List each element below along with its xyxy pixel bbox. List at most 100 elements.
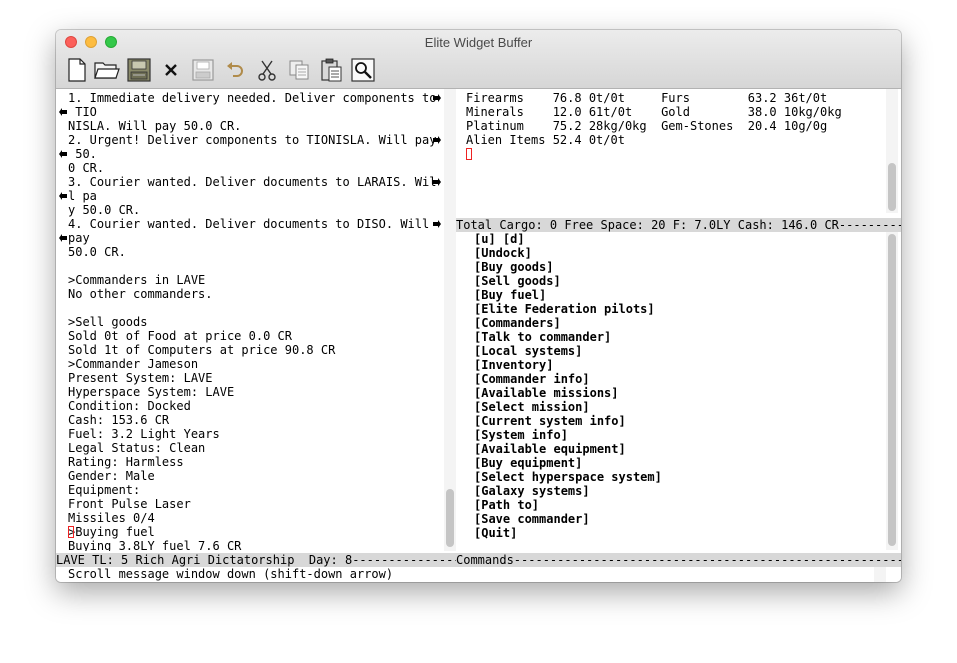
command-buy-goods[interactable]: [Buy goods]	[474, 260, 553, 274]
message-line: 4. Courier wanted. Deliver documents to …	[68, 217, 430, 231]
command-undock[interactable]: [Undock]	[474, 246, 532, 260]
copy-icon	[289, 60, 309, 80]
message-line: l pa	[68, 189, 97, 203]
command-buy-equipment[interactable]: [Buy equipment]	[474, 456, 582, 470]
message-line: Fuel: 3.2 Light Years	[68, 427, 220, 441]
message-line: 1. Immediate delivery needed. Deliver co…	[68, 91, 437, 105]
message-line: 2. Urgent! Deliver components to TIONISL…	[68, 133, 437, 147]
command-item[interactable]: [u] [d]	[474, 232, 525, 246]
wrap-left-arrow-icon	[59, 108, 67, 116]
command-available-equipment[interactable]: [Available equipment]	[474, 442, 626, 456]
command-galaxy-systems[interactable]: [Galaxy systems]	[474, 484, 590, 498]
message-line: Sold 0t of Food at price 0.0 CR	[68, 329, 292, 343]
open-folder-icon	[94, 62, 120, 79]
message-line: y 50.0 CR.	[68, 203, 141, 217]
buffer-area: 1. Immediate delivery needed. Deliver co…	[56, 89, 901, 582]
message-line: Rating: Harmless	[68, 455, 184, 469]
echo-area: Scroll message window down (shift-down a…	[68, 567, 394, 581]
command-sell-goods[interactable]: [Sell goods]	[474, 274, 561, 288]
save-as-button[interactable]	[190, 57, 216, 83]
cargo-row: Platinum 75.2 28kg/0kg Gem-Stones 20.4 1…	[466, 119, 828, 133]
cargo-cursor	[466, 148, 472, 160]
message-line: Legal Status: Clean	[68, 441, 206, 455]
message-line: Sold 1t of Computers at price 90.8 CR	[68, 343, 336, 357]
open-file-button[interactable]	[94, 57, 120, 83]
command-commander-info[interactable]: [Commander info]	[474, 372, 590, 386]
new-file-button[interactable]	[64, 57, 90, 83]
command-save-commander[interactable]: [Save commander]	[474, 512, 590, 526]
commands-pane: [u] [d] [Undock] [Buy goods] [Sell goods…	[458, 232, 886, 550]
command-quit[interactable]: [Quit]	[474, 526, 517, 540]
message-line: Condition: Docked	[68, 399, 191, 413]
message-line: >Commander Jameson	[68, 357, 199, 371]
title-bar: Elite Widget Buffer	[56, 30, 901, 89]
message-line: Missiles 0/4	[68, 511, 155, 525]
command-buy-fuel[interactable]: [Buy fuel]	[474, 288, 546, 302]
paste-icon	[321, 58, 342, 82]
wrap-right-arrow-icon	[433, 178, 441, 186]
copy-button[interactable]	[286, 57, 312, 83]
save-icon	[127, 58, 151, 82]
command-elite-federation-pilots[interactable]: [Elite Federation pilots]	[474, 302, 655, 316]
paste-button[interactable]	[318, 57, 344, 83]
cut-icon	[258, 60, 276, 81]
message-line: 0 CR.	[68, 161, 105, 175]
message-line: Front Pulse Laser	[68, 497, 191, 511]
command-inventory[interactable]: [Inventory]	[474, 358, 553, 372]
cargo-scrollbar-thumb[interactable]	[888, 163, 896, 211]
close-icon	[165, 64, 177, 76]
undo-button[interactable]	[222, 57, 248, 83]
cargo-status-bar: Total Cargo: 0 Free Space: 20 F: 7.0LY C…	[456, 218, 901, 232]
message-line: Hyperspace System: LAVE	[68, 385, 235, 399]
message-line: 50.0 CR.	[68, 245, 126, 259]
command-select-hyperspace-system[interactable]: [Select hyperspace system]	[474, 470, 662, 484]
command-path-to[interactable]: [Path to]	[474, 498, 539, 512]
wrap-right-arrow-icon	[433, 136, 441, 144]
command-commanders[interactable]: [Commanders]	[474, 316, 561, 330]
message-line: >Commanders in LAVE	[68, 273, 206, 287]
find-icon	[351, 58, 375, 82]
commands-scrollbar-thumb[interactable]	[888, 234, 896, 546]
find-button[interactable]	[350, 57, 376, 83]
message-line: Present System: LAVE	[68, 371, 213, 385]
command-system-info[interactable]: [System info]	[474, 428, 568, 442]
cargo-row: Firearms 76.8 0t/0t Furs 63.2 36t/0t	[466, 91, 828, 105]
cargo-row: Alien Items 52.4 0t/0t	[466, 133, 625, 147]
cargo-row: Minerals 12.0 61t/0t Gold 38.0 10kg/0kg	[466, 105, 842, 119]
message-line: 3. Courier wanted. Deliver documents to …	[68, 175, 437, 189]
command-available-missions[interactable]: [Available missions]	[474, 386, 619, 400]
message-scrollbar-thumb[interactable]	[446, 489, 454, 547]
new-file-icon	[68, 58, 86, 82]
commands-status-bar: Commands--------------------------------…	[456, 553, 901, 567]
message-line: No other commanders.	[68, 287, 213, 301]
window-title: Elite Widget Buffer	[424, 35, 533, 50]
message-line: pay	[68, 231, 90, 245]
wrap-left-arrow-icon	[59, 234, 67, 242]
close-buffer-button[interactable]	[158, 57, 184, 83]
command-local-systems[interactable]: [Local systems]	[474, 344, 582, 358]
message-pane[interactable]: 1. Immediate delivery needed. Deliver co…	[56, 89, 444, 551]
location-status-bar: LAVE TL: 5 Rich Agri Dictatorship Day: 8…	[56, 553, 456, 567]
command-current-system-info[interactable]: [Current system info]	[474, 414, 626, 428]
message-line: Buying 3.8LY fuel 7.6 CR	[68, 539, 242, 551]
wrap-right-arrow-icon	[433, 220, 441, 228]
cut-button[interactable]	[254, 57, 280, 83]
command-talk-to-commander[interactable]: [Talk to commander]	[474, 330, 611, 344]
text-cursor	[68, 526, 74, 538]
message-line: >Sell goods	[68, 315, 148, 329]
cargo-scrollbar[interactable]	[886, 89, 898, 213]
message-line: Equipment:	[68, 483, 141, 497]
message-scrollbar[interactable]	[444, 89, 456, 551]
save-button[interactable]	[126, 57, 152, 83]
cargo-pane[interactable]: Firearms 76.8 0t/0t Furs 63.2 36t/0t Min…	[458, 89, 886, 213]
echo-scrollbar[interactable]	[874, 567, 886, 582]
save-disabled-icon	[192, 59, 214, 81]
message-line: Cash: 153.6 CR	[68, 413, 170, 427]
message-line: NISLA. Will pay 50.0 CR.	[68, 119, 242, 133]
message-line: TIO	[68, 105, 97, 119]
message-line: >Buying fuel	[68, 525, 155, 539]
command-select-mission[interactable]: [Select mission]	[474, 400, 590, 414]
commands-scrollbar[interactable]	[886, 232, 898, 550]
message-line: 50.	[68, 147, 97, 161]
message-line: Gender: Male	[68, 469, 155, 483]
